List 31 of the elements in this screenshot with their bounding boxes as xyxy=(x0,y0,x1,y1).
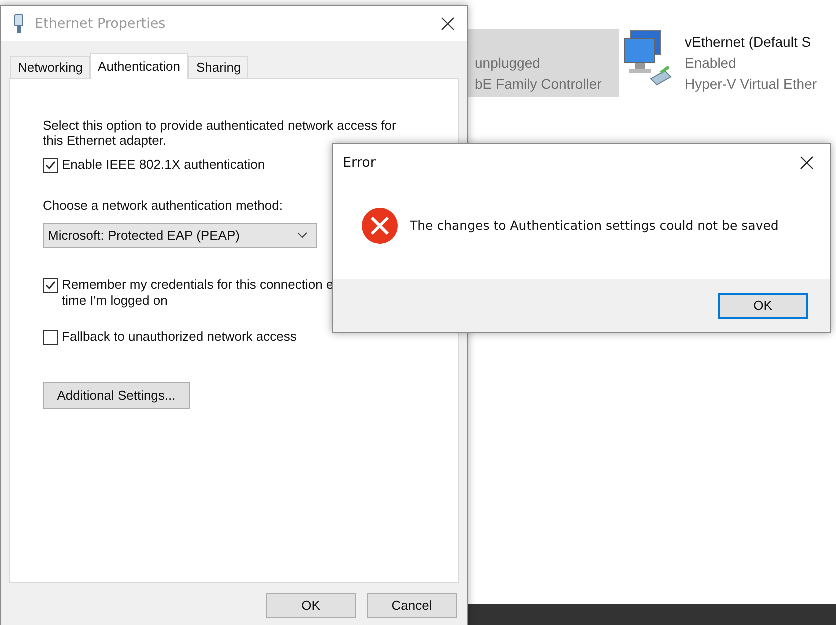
connection-detail: unplugged xyxy=(475,54,542,73)
ethernet-plug-icon xyxy=(13,14,25,34)
ok-button[interactable]: OK xyxy=(718,292,808,318)
checkbox-label: Fallback to unauthorized network access xyxy=(62,329,297,344)
error-message: The changes to Authentication settings could not be saved xyxy=(410,218,779,233)
checkbox-label: Enable IEEE 802.1X authentication xyxy=(62,157,266,172)
tab[interactable]: Sharing xyxy=(188,56,248,78)
connection-detail: Enabled xyxy=(685,54,738,73)
checkbox-label: time I'm logged on xyxy=(62,293,169,309)
method-dropdown[interactable]: Microsoft: Protected EAP (PEAP) xyxy=(43,223,317,248)
additional-settings-button[interactable]: Additional Settings... xyxy=(43,382,190,409)
connection-name: vEthernet (Default S xyxy=(685,33,812,52)
checkbox[interactable] xyxy=(43,330,58,345)
connection-detail: Hyper-V Virtual Ether xyxy=(685,75,818,94)
window-title: Error xyxy=(343,155,376,171)
window-title: Ethernet Properties xyxy=(35,16,167,32)
connection-item[interactable]: unplugged bE Family Controller xyxy=(467,29,619,97)
dialog-button[interactable]: OK xyxy=(266,593,356,618)
description-text: Select this option to provide authenticated network access for this Ethernet adapter. xyxy=(43,118,398,148)
chevron-down-icon xyxy=(297,232,308,239)
error-icon xyxy=(361,206,399,244)
connection-detail: bE Family Controller xyxy=(475,75,602,94)
checkbox[interactable] xyxy=(43,158,58,173)
connection-item[interactable]: vEthernet (Default S Enabled Hyper-V Virtual Ether xyxy=(623,29,818,97)
checkbox[interactable] xyxy=(43,278,58,293)
tab[interactable]: Networking xyxy=(10,56,90,78)
tab[interactable]: Authentication xyxy=(90,53,188,79)
method-label: Choose a network authentication method: xyxy=(43,198,284,213)
close-icon[interactable] xyxy=(441,16,455,30)
dialog-button[interactable]: Cancel xyxy=(367,593,457,618)
close-icon[interactable] xyxy=(800,156,814,170)
